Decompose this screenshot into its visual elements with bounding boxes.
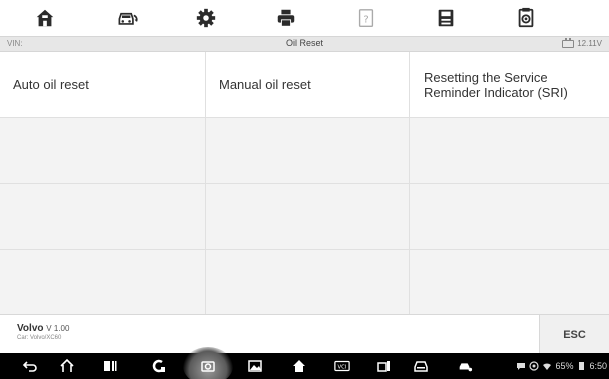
menu-item-label: Resetting the Service Reminder Indicator… — [424, 69, 568, 100]
back-button[interactable] — [13, 353, 47, 379]
menu-item-auto-oil-reset[interactable]: Auto oil reset — [0, 52, 206, 118]
camera-icon — [201, 361, 215, 372]
wifi-icon — [543, 363, 552, 370]
recent-apps-button[interactable] — [93, 353, 127, 379]
home-icon — [60, 358, 74, 372]
vehicle-info: Volvo V 1.00 — [17, 323, 69, 334]
status-tray: 65% 6:50 — [516, 353, 607, 379]
shop-manager-icon — [459, 363, 473, 372]
menu-cell-empty — [0, 184, 206, 250]
notification-icon — [529, 361, 540, 371]
vci-connection-button[interactable]: VCI — [325, 353, 359, 379]
function-menu-grid: Auto oil reset Manual oil reset Resettin… — [0, 52, 609, 314]
battery-voltage: 12.11V — [577, 39, 602, 48]
diagnostic-button[interactable] — [367, 353, 401, 379]
settings-button[interactable] — [176, 0, 236, 36]
vehicle-model: Car: Volvo/XC60 — [17, 335, 62, 341]
home-button[interactable] — [15, 0, 75, 36]
menu-item-manual-oil-reset[interactable]: Manual oil reset — [206, 52, 410, 118]
vehicle-swap-button[interactable] — [97, 0, 157, 36]
vehicle-swap-icon — [118, 12, 138, 25]
message-icon — [517, 363, 526, 370]
footer-bar: Volvo V 1.00 Car: Volvo/XC60 ESC — [0, 314, 609, 354]
menu-item-reset-sri[interactable]: Resetting the Service Reminder Indicator… — [410, 52, 609, 118]
home-icon — [36, 9, 54, 27]
page-title: Oil Reset — [285, 38, 323, 48]
esc-button[interactable]: ESC — [539, 315, 609, 354]
diagnostic-icon — [377, 361, 390, 372]
back-icon — [22, 361, 37, 372]
software-version: V 1.00 — [46, 324, 70, 333]
vehicle-make: Volvo — [17, 323, 44, 334]
top-toolbar: ? — [0, 0, 609, 36]
android-home-button[interactable] — [50, 353, 84, 379]
title-bar: VIN: Oil Reset 12.11V — [0, 36, 609, 52]
recent-apps-icon — [104, 361, 117, 371]
car-battery-icon — [562, 37, 575, 48]
image-viewer-button[interactable] — [238, 353, 272, 379]
menu-cell-empty — [410, 118, 609, 184]
help-button[interactable]: ? — [336, 0, 396, 36]
vehicle-button[interactable] — [404, 353, 438, 379]
menu-item-label: Auto oil reset — [13, 77, 89, 92]
vci-icon — [152, 359, 165, 373]
settings-gear-icon — [196, 8, 216, 28]
vci-button[interactable] — [141, 353, 175, 379]
save-button[interactable] — [416, 0, 476, 36]
home-icon — [293, 360, 305, 372]
screenshot-button[interactable] — [191, 353, 225, 379]
svg-text:VCI: VCI — [338, 365, 347, 371]
data-logging-icon — [518, 7, 534, 28]
menu-cell-empty — [206, 184, 410, 250]
data-logging-button[interactable] — [496, 0, 556, 36]
menu-cell-empty — [0, 118, 206, 184]
print-button[interactable] — [256, 0, 316, 36]
svg-text:?: ? — [363, 15, 368, 26]
menu-cell-empty — [206, 118, 410, 184]
vci-connection-icon: VCI — [334, 360, 350, 372]
battery-icon — [579, 362, 585, 370]
car-icon — [414, 361, 428, 372]
menu-item-label: Manual oil reset — [219, 77, 311, 92]
menu-cell-empty — [410, 184, 609, 250]
menu-cell-empty — [410, 250, 609, 314]
shop-manager-button[interactable] — [448, 353, 482, 379]
save-icon — [438, 9, 454, 27]
help-icon: ? — [358, 9, 374, 27]
image-icon — [248, 360, 262, 372]
menu-cell-empty — [206, 250, 410, 314]
menu-cell-empty — [0, 250, 206, 314]
system-navigation-bar: VCI 65% 6:50 — [0, 347, 609, 379]
battery-percent: 65% — [555, 361, 574, 371]
clock-time: 6:50 — [589, 361, 607, 371]
battery-voltage-indicator: 12.11V — [562, 37, 602, 48]
maxisys-home-button[interactable] — [282, 353, 316, 379]
print-icon — [277, 9, 295, 27]
